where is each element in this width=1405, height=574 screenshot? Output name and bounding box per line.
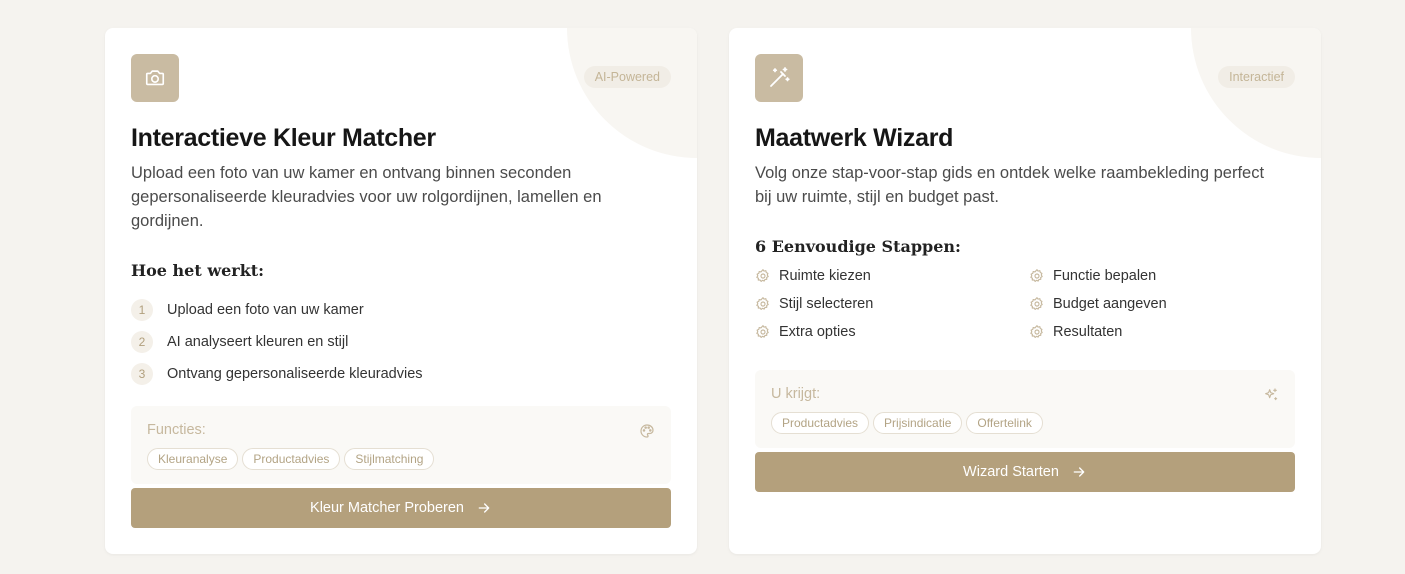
camera-icon — [131, 54, 179, 102]
button-label: Kleur Matcher Proberen — [310, 500, 464, 516]
how-it-works-heading: Hoe het werkt: — [131, 261, 265, 280]
step-label: Functie bepalen — [1053, 268, 1157, 284]
receive-label: U krijgt: — [771, 386, 821, 402]
step-number: 1 — [131, 299, 153, 321]
try-color-matcher-button[interactable]: Kleur Matcher Proberen — [131, 488, 671, 528]
list-item: Budget aangeven — [1029, 294, 1295, 314]
magic-wand-icon — [755, 54, 803, 102]
gear-icon — [755, 268, 771, 284]
ai-powered-badge: AI-Powered — [583, 66, 671, 88]
gear-icon — [1029, 296, 1045, 312]
sparkles-icon — [1263, 387, 1279, 403]
card-description: Upload een foto van uw kamer en ontvang … — [131, 164, 602, 230]
step-text: AI analyseert kleuren en stijl — [167, 334, 349, 350]
tag: Offertelink — [966, 412, 1043, 434]
arrow-right-icon — [1071, 464, 1087, 480]
step-number: 3 — [131, 363, 153, 385]
receive-box: U krijgt: Productadvies Prijsindicatie O… — [755, 370, 1295, 448]
tag: Prijsindicatie — [873, 412, 963, 434]
features-box: Functies: Kleuranalyse Productadvies Sti… — [131, 406, 671, 484]
step-text: Upload een foto van uw kamer — [167, 302, 364, 318]
list-item: 2 AI analyseert kleuren en stijl — [131, 326, 423, 358]
list-item: 3 Ontvang gepersonaliseerde kleuradvies — [131, 358, 423, 390]
step-label: Budget aangeven — [1053, 296, 1167, 312]
step-label: Stijl selecteren — [779, 296, 874, 312]
corner-decoration — [1191, 28, 1321, 158]
gear-icon — [755, 296, 771, 312]
gear-icon — [755, 324, 771, 340]
tag: Productadvies — [771, 412, 870, 434]
arrow-right-icon — [476, 500, 492, 516]
gear-icon — [1029, 324, 1045, 340]
steps-heading: 6 Eenvoudige Stappen: — [755, 237, 961, 256]
step-number: 2 — [131, 331, 153, 353]
list-item: Ruimte kiezen — [755, 266, 1029, 286]
features-label: Functies: — [147, 422, 206, 438]
list-item: Resultaten — [1029, 322, 1295, 342]
card-description: Volg onze stap-voor-stap gids en ontdek … — [755, 164, 1265, 206]
corner-decoration — [567, 28, 697, 158]
palette-icon — [639, 423, 655, 439]
step-label: Ruimte kiezen — [779, 268, 871, 284]
list-item: Functie bepalen — [1029, 266, 1295, 286]
start-wizard-button[interactable]: Wizard Starten — [755, 452, 1295, 492]
step-text: Ontvang gepersonaliseerde kleuradvies — [167, 366, 423, 382]
button-label: Wizard Starten — [963, 464, 1059, 480]
steps-list: 1 Upload een foto van uw kamer 2 AI anal… — [131, 294, 423, 390]
list-item: Stijl selecteren — [755, 294, 1029, 314]
interactive-badge: Interactief — [1218, 66, 1295, 88]
step-label: Extra opties — [779, 324, 856, 340]
step-label: Resultaten — [1053, 324, 1123, 340]
tag: Productadvies — [242, 448, 341, 470]
tag: Kleuranalyse — [147, 448, 239, 470]
steps-grid: Ruimte kiezen Functie bepalen Stijl sele… — [755, 266, 1295, 342]
tag: Stijlmatching — [344, 448, 435, 470]
list-item: Extra opties — [755, 322, 1029, 342]
receive-tags: Productadvies Prijsindicatie Offertelink — [771, 412, 1043, 434]
feature-tags: Kleuranalyse Productadvies Stijlmatching — [147, 448, 435, 470]
wizard-card: Interactief Maatwerk Wizard Volg onze st… — [729, 28, 1321, 554]
card-title: Interactieve Kleur Matcher — [131, 124, 436, 152]
color-matcher-card: AI-Powered Interactieve Kleur Matcher Up… — [105, 28, 697, 554]
gear-icon — [1029, 268, 1045, 284]
list-item: 1 Upload een foto van uw kamer — [131, 294, 423, 326]
card-title: Maatwerk Wizard — [755, 124, 954, 152]
